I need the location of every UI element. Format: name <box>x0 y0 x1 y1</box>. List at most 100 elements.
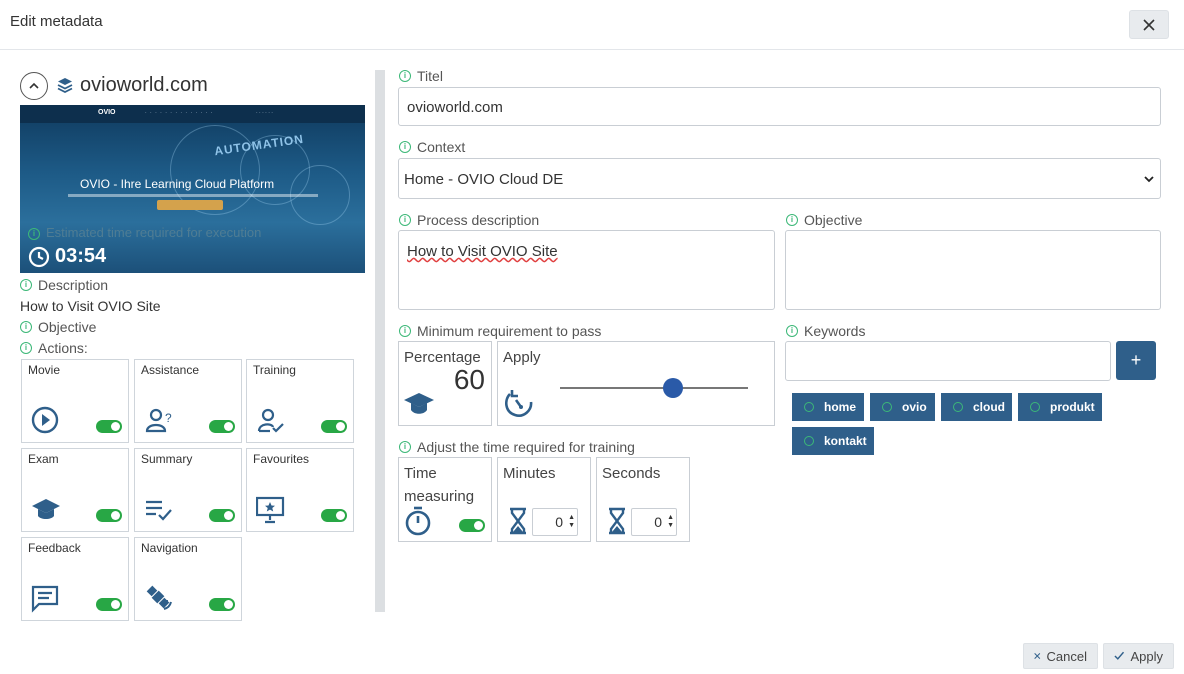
thumbnail-headline: OVIO - Ihre Learning Cloud Platform <box>80 177 275 191</box>
action-tile-summary[interactable]: Summary <box>134 448 242 532</box>
action-label: Feedback <box>28 541 81 555</box>
circle-icon <box>804 436 814 446</box>
titel-input[interactable]: ovioworld.com <box>398 87 1161 126</box>
action-tile-exam[interactable]: Exam <box>21 448 129 532</box>
site-title: ovioworld.com <box>80 74 208 96</box>
assistance-toggle[interactable] <box>209 420 235 433</box>
close-icon <box>1034 653 1041 659</box>
add-keyword-button[interactable]: + <box>1116 341 1156 380</box>
circle-icon <box>882 402 892 412</box>
thumbnail-cta <box>157 200 223 210</box>
close-icon <box>1143 18 1155 31</box>
feedback-toggle[interactable] <box>96 598 122 611</box>
action-tile-assistance[interactable]: Assistance ? <box>134 359 242 443</box>
keyword-tag-home[interactable]: home <box>792 393 864 421</box>
circle-icon <box>953 402 963 412</box>
process-description-textarea[interactable]: How to Visit OVIO Site <box>398 230 775 310</box>
summary-toggle[interactable] <box>209 509 235 522</box>
play-circle-icon <box>31 406 59 434</box>
navigation-toggle[interactable] <box>209 598 235 611</box>
action-label: Navigation <box>141 541 198 555</box>
min-requirement-label: Minimum requirement to pass <box>399 323 601 339</box>
circle-icon <box>804 402 814 412</box>
action-tile-favourites[interactable]: Favourites <box>246 448 354 532</box>
layers-icon <box>57 78 73 93</box>
keywords-input[interactable] <box>785 341 1111 381</box>
time-measuring-label: Time measuring <box>404 465 475 505</box>
chevron-up-icon <box>29 82 39 89</box>
action-tile-feedback[interactable]: Feedback <box>21 537 129 621</box>
action-label: Summary <box>141 452 193 466</box>
minutes-label: Minutes <box>503 465 556 482</box>
minutes-box: Minutes 0 ▲ ▼ <box>497 457 591 542</box>
hourglass-icon <box>510 507 526 535</box>
minutes-stepper[interactable]: 0 ▲ ▼ <box>532 508 578 536</box>
context-selected-value: Home - OVIO Cloud DE <box>404 171 564 188</box>
apply-label: Apply <box>1130 648 1163 664</box>
message-icon <box>31 585 59 613</box>
touch-timer-icon <box>505 390 533 417</box>
cancel-button[interactable]: Cancel <box>1023 643 1098 669</box>
apply-slider-track[interactable] <box>560 387 748 389</box>
exam-toggle[interactable] <box>96 509 122 522</box>
percentage-value: 60 <box>453 364 485 395</box>
stopwatch-icon <box>405 506 431 536</box>
thumbnail-nav-phone: · · · · · · <box>256 110 273 116</box>
objective-textarea[interactable] <box>785 230 1161 310</box>
user-question-icon: ? <box>145 408 172 433</box>
action-label: Assistance <box>141 363 200 377</box>
info-icon <box>399 441 411 454</box>
keyword-tag-cloud[interactable]: cloud <box>941 393 1012 421</box>
context-select[interactable]: Home - OVIO Cloud DE <box>398 158 1161 199</box>
seconds-stepper[interactable]: 0 ▲ ▼ <box>631 508 677 536</box>
cancel-label: Cancel <box>1046 648 1087 664</box>
process-description-value: How to Visit OVIO Site <box>407 243 558 260</box>
stepper-arrows-icon[interactable]: ▲ ▼ <box>568 514 575 530</box>
objective-label: Objective <box>20 319 96 335</box>
training-toggle[interactable] <box>321 420 347 433</box>
keyword-tag-ovio[interactable]: ovio <box>870 393 935 421</box>
dialog-header: Edit metadata <box>0 0 1184 50</box>
satellite-icon <box>146 585 172 610</box>
info-icon <box>399 70 411 83</box>
description-value: How to Visit OVIO Site <box>20 298 161 314</box>
titel-label: Titel <box>399 68 443 84</box>
info-icon <box>786 214 798 227</box>
keyword-tag-kontakt[interactable]: kontakt <box>792 427 874 455</box>
check-icon <box>1114 651 1125 660</box>
action-tile-navigation[interactable]: Navigation <box>134 537 242 621</box>
process-description-label: Process description <box>399 212 539 228</box>
info-icon <box>399 214 411 227</box>
apply-button[interactable]: Apply <box>1103 643 1174 669</box>
user-check-icon <box>257 408 284 433</box>
info-icon <box>28 227 40 240</box>
action-label: Favourites <box>253 452 310 466</box>
collapse-button[interactable] <box>20 72 48 100</box>
thumbnail-nav-links: · · · · · · · · · · · · · · <box>145 110 214 116</box>
keyword-tag-produkt[interactable]: produkt <box>1018 393 1102 421</box>
description-label: Description <box>20 277 108 293</box>
thumbnail-navbar: OVIO · · · · · · · · · · · · · · · · · ·… <box>20 105 365 123</box>
action-label: Movie <box>28 363 61 377</box>
percentage-box: Percentage 60 <box>398 341 492 426</box>
actions-label: Actions: <box>20 340 88 356</box>
close-button[interactable] <box>1129 10 1169 39</box>
thumbnail-logo: OVIO <box>98 109 116 116</box>
apply-box: Apply <box>497 341 775 426</box>
thumbnail-subline <box>68 194 318 197</box>
time-measuring-toggle[interactable] <box>459 519 485 532</box>
apply-slider-thumb[interactable] <box>662 378 683 398</box>
action-tile-training[interactable]: Training <box>246 359 354 443</box>
stepper-arrows-icon[interactable]: ▲ ▼ <box>667 514 674 530</box>
info-icon <box>20 342 32 355</box>
movie-toggle[interactable] <box>96 420 122 433</box>
graduation-cap-icon <box>404 393 434 414</box>
favourites-toggle[interactable] <box>321 509 347 522</box>
info-icon <box>20 279 32 292</box>
action-tile-movie[interactable]: Movie <box>21 359 129 443</box>
panel-splitter[interactable] <box>375 70 385 612</box>
action-label: Training <box>253 363 296 377</box>
seconds-box: Seconds 0 ▲ ▼ <box>596 457 690 542</box>
seconds-label: Seconds <box>602 465 661 482</box>
keyword-text: ovio <box>902 400 927 414</box>
